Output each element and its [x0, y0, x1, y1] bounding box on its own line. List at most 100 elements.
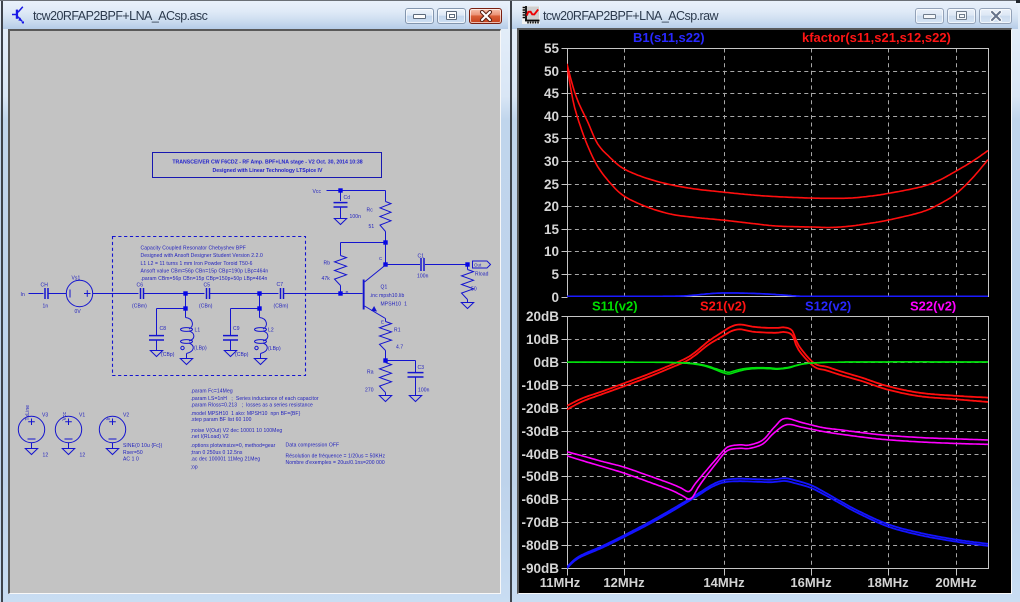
svg-text:R1: R1 [394, 328, 401, 334]
svg-text:-70dB: -70dB [521, 515, 559, 530]
svg-text:(LBp): (LBp) [268, 346, 281, 352]
svg-text:Ra: Ra [367, 370, 374, 376]
svg-text:SINE(0 10u {Fc}): SINE(0 10u {Fc}) [123, 443, 163, 449]
svg-text:Rb: Rb [324, 261, 331, 267]
svg-text:Designed with Linear Technolog: Designed with Linear Technology LTSpice … [213, 168, 323, 174]
svg-text:TxLine: TxLine [25, 405, 31, 421]
svg-text:1n: 1n [43, 304, 49, 310]
svg-text:25: 25 [544, 177, 560, 192]
svg-text:B1(s11,s22): B1(s11,s22) [633, 30, 705, 45]
svg-text:C6: C6 [137, 283, 144, 289]
svg-text:4.7: 4.7 [396, 345, 403, 351]
svg-text:Nombre d'exemples = 20us/0.1ns: Nombre d'exemples = 20us/0.1ns=200 000 [286, 460, 385, 466]
svg-text:-90dB: -90dB [521, 561, 559, 576]
svg-text:-80dB: -80dB [521, 538, 559, 553]
svg-text:.ac dec 100001 11Meg 21Meg: .ac dec 100001 11Meg 21Meg [191, 457, 261, 463]
svg-text:(CBp): (CBp) [161, 352, 175, 358]
svg-text:18MHz: 18MHz [867, 575, 909, 590]
svg-text:55: 55 [544, 41, 560, 56]
svg-text:12: 12 [43, 453, 49, 459]
svg-text:C7: C7 [277, 282, 284, 288]
svg-text:V1: V1 [79, 413, 85, 419]
svg-text:47k: 47k [322, 276, 331, 282]
svg-text:.param Fc=14Meg: .param Fc=14Meg [191, 389, 233, 395]
svg-text:100n: 100n [417, 274, 429, 280]
svg-text:14MHz: 14MHz [703, 575, 745, 590]
svg-text:0dB: 0dB [533, 355, 559, 370]
svg-text:S12(v2): S12(v2) [805, 299, 851, 314]
svg-text:16MHz: 16MHz [790, 575, 832, 590]
svg-text:35: 35 [544, 131, 560, 146]
svg-text:0V: 0V [75, 309, 82, 315]
svg-text:100n: 100n [418, 388, 430, 394]
svg-text:Q1: Q1 [381, 285, 388, 291]
svg-text:C: C [379, 256, 383, 261]
svg-text:51: 51 [369, 224, 375, 230]
svg-text:C5: C5 [204, 283, 211, 289]
svg-text:.net I(RLoad) V2: .net I(RLoad) V2 [191, 434, 229, 440]
svg-text:-30dB: -30dB [521, 424, 559, 439]
svg-text:270: 270 [365, 388, 374, 394]
svg-text:Ansoft value CBm=56p CBn=15p: Ansoft value CBm=56p CBn=15p CBp=190p LB… [141, 269, 269, 275]
svg-text:Rload: Rload [475, 272, 489, 278]
svg-text:20: 20 [544, 199, 559, 214]
svg-text:L2: L2 [268, 328, 274, 334]
svg-text:.inc mpsh10.lib: .inc mpsh10.lib [370, 293, 405, 299]
svg-text:S11(v2): S11(v2) [592, 299, 638, 314]
svg-text:Cd: Cd [344, 195, 351, 201]
svg-text:AC 1 0: AC 1 0 [123, 457, 139, 463]
svg-text:-50dB: -50dB [521, 469, 559, 484]
svg-text:20MHz: 20MHz [935, 575, 977, 590]
svg-text:V2: V2 [123, 413, 129, 419]
svg-text:5: 5 [551, 267, 559, 282]
svg-text:L1: L1 [195, 328, 201, 334]
svg-text:C8: C8 [160, 326, 167, 332]
svg-text:11MHz: 11MHz [540, 575, 581, 590]
svg-text:Vs1: Vs1 [72, 276, 81, 282]
svg-text:In: In [21, 292, 25, 298]
svg-text:Vcc: Vcc [313, 189, 322, 195]
svg-text:(CBp): (CBp) [235, 352, 249, 358]
svg-text:;op: ;op [191, 465, 198, 471]
svg-text:E: E [381, 320, 384, 325]
svg-text:Rc: Rc [367, 208, 374, 214]
svg-text:0: 0 [551, 290, 559, 305]
svg-text:C3: C3 [418, 365, 425, 371]
svg-text:12: 12 [80, 453, 86, 459]
svg-text:Vcc: Vcc [62, 411, 68, 420]
svg-text:In: In [106, 416, 112, 420]
svg-text:-10dB: -10dB [521, 378, 559, 393]
svg-text:kfactor(s11,s21,s12,s22): kfactor(s11,s21,s12,s22) [802, 30, 951, 45]
svg-text:;tran 0 250us 0 12.5ns: ;tran 0 250us 0 12.5ns [191, 450, 243, 456]
svg-text:.param CBm=56p CBn=15p CBp=15: .param CBm=56p CBn=15p CBp=150p+50p LBp=… [141, 276, 268, 282]
svg-text:L1 L2 = 11 turns 1 mm Iron Pow: L1 L2 = 11 turns 1 mm Iron Powder Toroid… [141, 261, 253, 267]
svg-text:-60dB: -60dB [521, 492, 559, 507]
svg-text:-40dB: -40dB [521, 447, 559, 462]
svg-text:-20dB: -20dB [521, 401, 559, 416]
svg-text:(CBm): (CBm) [132, 304, 147, 310]
svg-text:45: 45 [544, 86, 560, 101]
svg-text:MPSH10 1: MPSH10 1 [381, 302, 408, 308]
svg-text:30: 30 [544, 154, 559, 169]
svg-text:Capacity Coupled Resonator Che: Capacity Coupled Resonator Chebyshev BPF [141, 246, 246, 252]
svg-text:CH: CH [41, 283, 49, 289]
svg-text:V3: V3 [42, 413, 48, 419]
svg-text:S22(v2): S22(v2) [910, 299, 956, 314]
svg-text:Designed with Ansoft Designer: Designed with Ansoft Designer Student Ve… [141, 253, 264, 259]
svg-text:Rser=50: Rser=50 [123, 450, 143, 456]
svg-text:50: 50 [471, 287, 477, 293]
svg-text:TRANSCEIVER CW F6CDZ - RF Amp.: TRANSCEIVER CW F6CDZ - RF Amp. BPF+LNA s… [172, 160, 362, 166]
svg-text:Out: Out [474, 263, 482, 268]
svg-text:Résolution de fréquence = 1/20: Résolution de fréquence = 1/20us = 50KHz [286, 454, 386, 460]
svg-text:.param Rloss=0.213 ; losses: .param Rloss=0.213 ; losses as a series … [191, 403, 314, 409]
svg-text:15: 15 [544, 222, 560, 237]
svg-text:10: 10 [544, 244, 559, 259]
svg-text:50: 50 [544, 64, 559, 79]
svg-text:C1: C1 [418, 254, 425, 260]
svg-text:.options plotwinsize=0, method: .options plotwinsize=0, method=gear [191, 443, 276, 449]
svg-text:20dB: 20dB [526, 309, 559, 324]
svg-text:B: B [346, 290, 349, 295]
svg-text:12MHz: 12MHz [603, 575, 645, 590]
svg-text:(CBn): (CBn) [199, 304, 213, 310]
svg-text:10dB: 10dB [526, 332, 559, 347]
